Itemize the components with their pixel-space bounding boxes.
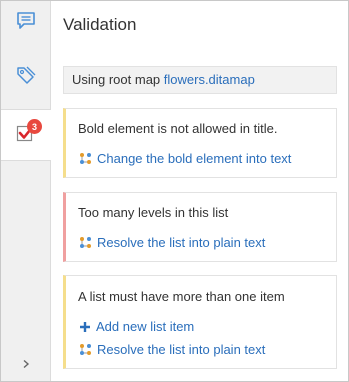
- validation-panel: Validation Using root map flowers.ditama…: [52, 1, 348, 381]
- expand-sidebar-button[interactable]: [1, 355, 50, 375]
- result-message: A list must have more than one item: [78, 289, 285, 304]
- quick-fix-action[interactable]: Resolve the list into plain text: [79, 235, 265, 250]
- validation-result: Bold element is not allowed in title. Ch…: [63, 108, 337, 178]
- quick-fix-icon: [80, 153, 91, 164]
- result-message: Too many levels in this list: [78, 205, 229, 220]
- add-list-item-label: Add new list item: [96, 319, 195, 334]
- quick-fix-icon: [80, 344, 91, 355]
- sidebar: 3: [1, 1, 51, 381]
- chevron-right-icon: [21, 356, 31, 374]
- problem-count-badge: 3: [27, 119, 42, 134]
- validation-window: 3 Validation Using root map flowers.dita…: [0, 0, 349, 382]
- quick-fix-label: Change the bold element into text: [97, 151, 292, 166]
- root-map-info: Using root map flowers.ditamap: [63, 66, 337, 94]
- validation-side-button[interactable]: 3: [1, 109, 51, 161]
- panel-title: Validation: [63, 15, 137, 34]
- add-list-item-action[interactable]: Add new list item: [79, 319, 194, 334]
- result-message: Bold element is not allowed in title.: [78, 121, 278, 136]
- validation-result: Too many levels in this list Resolve the…: [63, 192, 337, 262]
- quick-fix-label: Resolve the list into plain text: [97, 342, 266, 357]
- quick-fix-action[interactable]: Change the bold element into text: [79, 151, 291, 166]
- comments-side-button[interactable]: [1, 1, 50, 45]
- quick-fix-action[interactable]: Resolve the list into plain text: [79, 342, 265, 357]
- root-map-prefix: Using root map: [72, 72, 164, 87]
- validation-result: A list must have more than one item Add …: [63, 275, 337, 369]
- quick-fix-label: Resolve the list into plain text: [97, 235, 266, 250]
- plus-icon: [80, 321, 90, 332]
- quick-fix-icon: [80, 237, 91, 248]
- tag-icon: [14, 63, 38, 92]
- tags-side-button[interactable]: [1, 55, 50, 99]
- comment-icon: [15, 10, 37, 37]
- root-map-link[interactable]: flowers.ditamap: [164, 72, 255, 87]
